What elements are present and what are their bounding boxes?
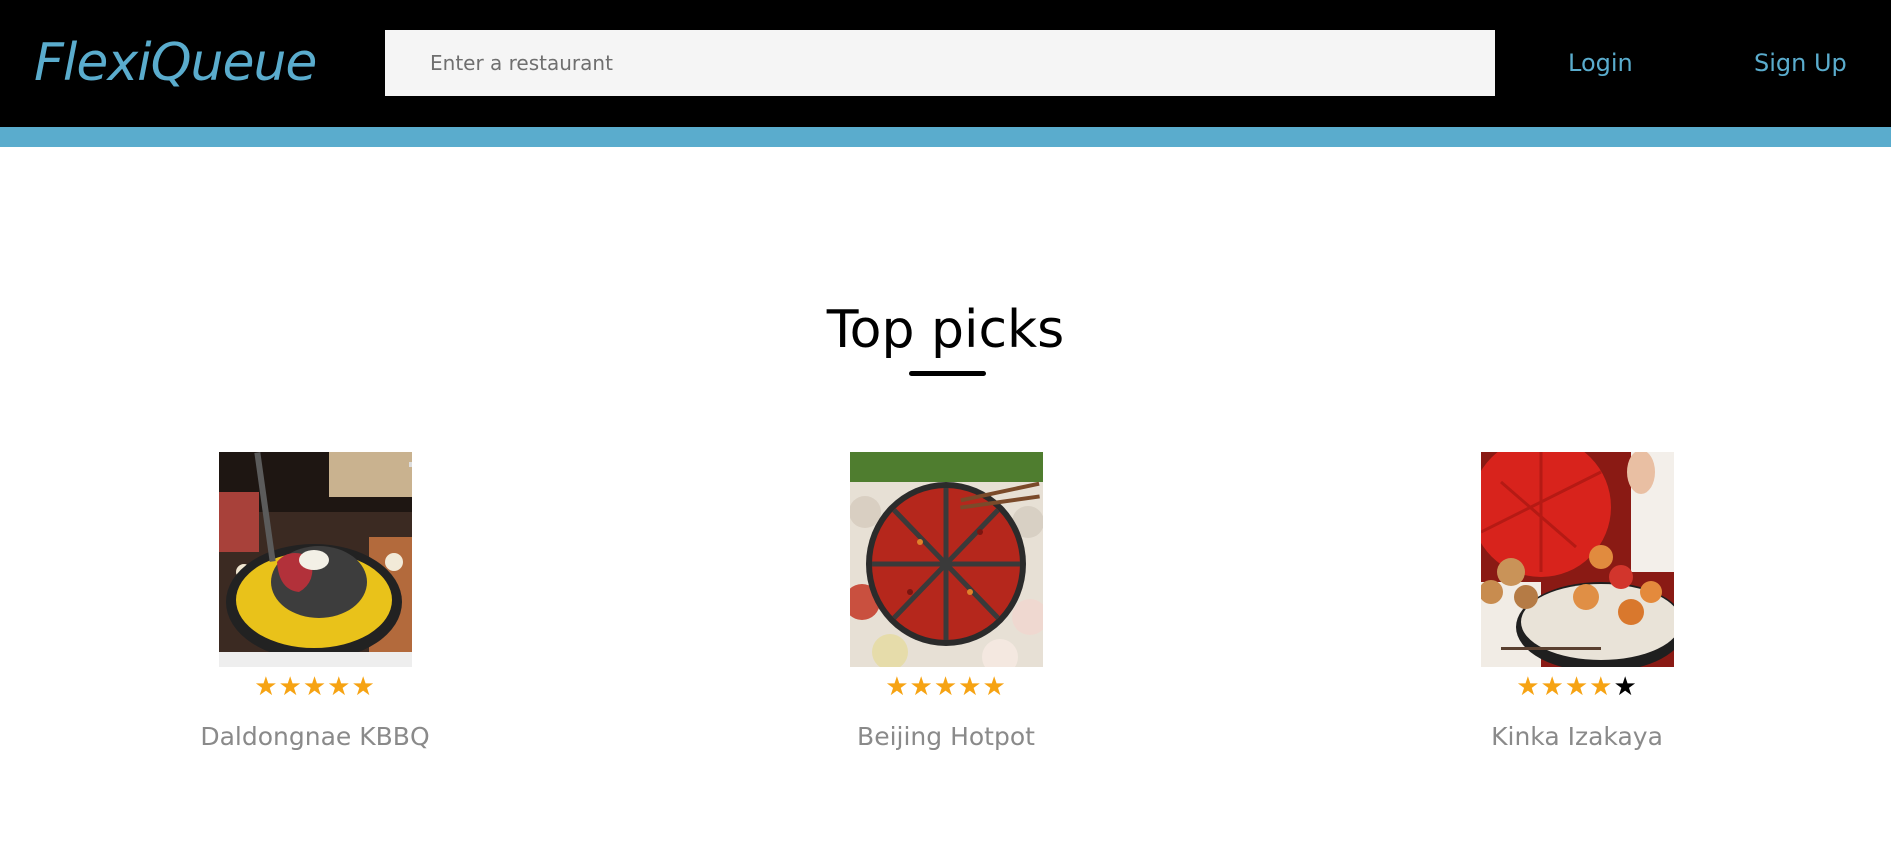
star-filled-icon: ★ (351, 672, 376, 702)
star-filled-icon: ★ (302, 672, 328, 702)
star-rating: ★★★★★ (746, 672, 1146, 702)
star-filled-icon: ★ (1540, 672, 1565, 702)
star-filled-icon: ★ (1589, 672, 1614, 702)
restaurant-image-korean-bbq[interactable] (219, 452, 412, 667)
star-rating: ★★★★★ (1377, 672, 1777, 702)
title-underline (909, 371, 986, 376)
star-empty-icon: ★ (1613, 672, 1638, 702)
login-link[interactable]: Login (1568, 44, 1633, 82)
restaurant-name[interactable]: Beijing Hotpot (746, 716, 1146, 758)
star-filled-icon: ★ (909, 672, 934, 702)
star-filled-icon: ★ (982, 672, 1007, 702)
star-filled-icon: ★ (327, 672, 352, 702)
star-rating: ★★★★★ (115, 672, 515, 702)
sign-up-link[interactable]: Sign Up (1754, 44, 1847, 82)
search-input[interactable] (385, 30, 1495, 96)
star-filled-icon: ★ (1564, 672, 1590, 702)
top-navigation-bar: FlexiQueue Login Sign Up (0, 0, 1891, 127)
section-title: Top picks (826, 300, 1065, 360)
star-filled-icon: ★ (254, 672, 279, 702)
star-filled-icon: ★ (278, 672, 303, 702)
restaurant-image-izakaya[interactable] (1481, 452, 1674, 667)
logo[interactable]: FlexiQueue (34, 30, 317, 96)
star-filled-icon: ★ (958, 672, 983, 702)
star-filled-icon: ★ (933, 672, 959, 702)
restaurant-name[interactable]: Daldongnae KBBQ (115, 716, 515, 758)
star-filled-icon: ★ (885, 672, 910, 702)
star-filled-icon: ★ (1516, 672, 1541, 702)
header-accent-strip (0, 127, 1891, 147)
restaurant-image-hotpot[interactable] (850, 452, 1043, 667)
restaurant-name[interactable]: Kinka Izakaya (1377, 716, 1777, 758)
